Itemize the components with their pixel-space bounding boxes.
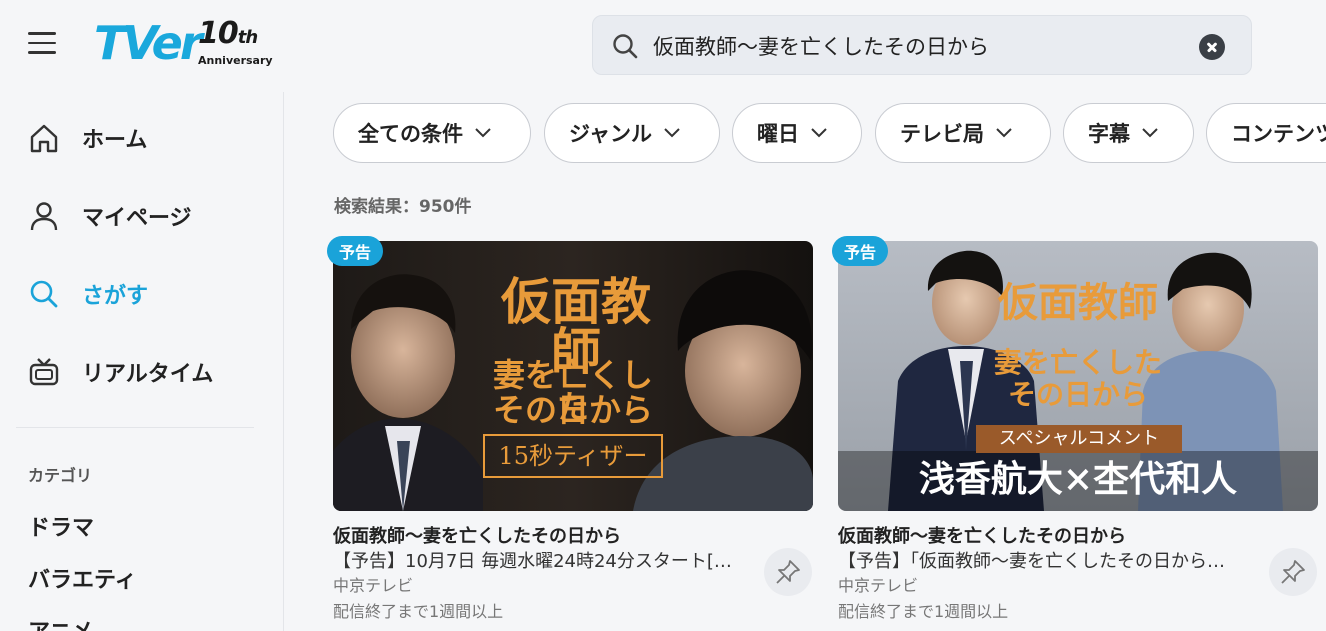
card-subtitle[interactable]: 【予告】「仮面教師〜妻を亡くしたその日から… xyxy=(838,547,1270,573)
logo-text: TVer xyxy=(94,16,203,70)
filter-all-conditions[interactable]: 全ての条件 xyxy=(333,103,531,163)
chevron-down-icon xyxy=(1142,128,1158,138)
divider xyxy=(16,427,254,428)
header: TVer 10th Anniversary xyxy=(0,0,1326,92)
thumbnail[interactable]: 仮面教師 妻を亡くした その日から スペシャルコメント 浅香航大×杢代和人 xyxy=(838,241,1318,511)
search-icon xyxy=(28,278,60,310)
chevron-down-icon xyxy=(475,128,491,138)
card-availability: 配信終了まで1週間以上 xyxy=(333,602,504,621)
card-title[interactable]: 仮面教師〜妻を亡くしたその日から xyxy=(333,522,773,548)
category-item-variety[interactable]: バラエティ xyxy=(28,562,137,594)
chevron-down-icon xyxy=(664,128,680,138)
pin-icon[interactable] xyxy=(764,548,812,596)
sidebar-item-realtime[interactable]: リアルタイム xyxy=(28,352,258,392)
filter-subtitles[interactable]: 字幕 xyxy=(1063,103,1194,163)
search-input[interactable] xyxy=(653,26,1193,66)
result-count: 検索結果：950件 xyxy=(334,197,472,217)
sidebar-item-label: マイページ xyxy=(82,206,192,231)
sidebar-item-label: ホーム xyxy=(82,128,148,153)
thumbnail[interactable]: 仮面教師 妻を亡くした その日から 15秒ティザー xyxy=(333,241,813,511)
search-box xyxy=(592,15,1252,75)
home-icon xyxy=(28,122,60,154)
card-channel: 中京テレビ xyxy=(333,576,414,595)
card-availability: 配信終了まで1週間以上 xyxy=(838,602,1009,621)
preview-badge: 予告 xyxy=(832,236,889,266)
filter-genre[interactable]: ジャンル xyxy=(544,103,720,163)
card-title[interactable]: 仮面教師〜妻を亡くしたその日から xyxy=(838,522,1278,548)
category-item-anime[interactable]: アニメ xyxy=(28,614,94,631)
preview-badge: 予告 xyxy=(327,236,384,266)
category-item-drama[interactable]: ドラマ xyxy=(28,510,94,542)
filter-weekday[interactable]: 曜日 xyxy=(732,103,862,163)
card-subtitle[interactable]: 【予告】10月7日 毎週水曜24時24分スタート[… xyxy=(333,547,765,573)
pin-icon[interactable] xyxy=(1269,548,1317,596)
logo-anniversary: Anniversary xyxy=(198,54,273,67)
sidebar-item-home[interactable]: ホーム xyxy=(28,118,258,158)
sidebar-item-search[interactable]: さがす xyxy=(28,274,258,314)
tv-icon xyxy=(28,356,60,388)
card-channel: 中京テレビ xyxy=(838,576,919,595)
sidebar: ホーム マイページ さがす リアルタイム カテゴリ ドラマ バラエティ アニメ xyxy=(0,92,284,631)
sidebar-item-label: さがす xyxy=(82,284,149,309)
chevron-down-icon xyxy=(996,128,1012,138)
category-heading: カテゴリ xyxy=(28,466,93,485)
logo[interactable]: TVer 10th Anniversary xyxy=(94,14,274,74)
chevron-down-icon xyxy=(811,128,827,138)
clear-search-icon[interactable] xyxy=(1199,34,1225,60)
program-card[interactable]: 予告 仮面教師 妻を亡くした その日から スペシャルコメント 浅香航大×杢代和人… xyxy=(832,236,1320,631)
logo-ten: 10th xyxy=(198,16,258,51)
user-icon xyxy=(28,200,60,232)
program-card[interactable]: 予告 仮面教師 妻を亡くした その日から 15秒ティザー 仮面教師〜妻を亡くした… xyxy=(327,236,815,631)
sidebar-item-label: リアルタイム xyxy=(82,362,214,387)
sidebar-item-mypage[interactable]: マイページ xyxy=(28,196,258,236)
filter-content[interactable]: コンテンツ xyxy=(1206,103,1326,163)
filter-bar: 全ての条件 ジャンル 曜日 テレビ局 字幕 コンテンツ xyxy=(333,103,1326,163)
filter-tv-station[interactable]: テレビ局 xyxy=(875,103,1051,163)
search-icon xyxy=(613,34,638,59)
tver-search-page: TVer 10th Anniversary ホーム マイページ xyxy=(0,0,1326,631)
menu-icon[interactable] xyxy=(28,32,60,56)
